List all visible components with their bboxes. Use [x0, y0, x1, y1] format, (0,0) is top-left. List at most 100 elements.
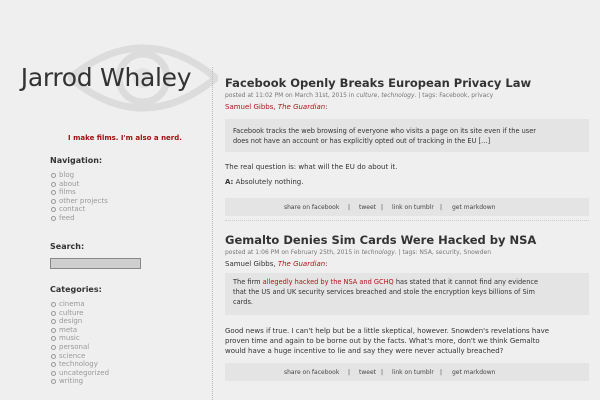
- bullet-icon: [51, 362, 56, 368]
- bullet-icon: [51, 327, 56, 333]
- answer-label: A:: [225, 178, 234, 186]
- post-title[interactable]: Facebook Openly Breaks European Privacy …: [225, 76, 531, 90]
- post-paragraph: The real question is: what will the EU d…: [225, 163, 398, 171]
- category-item-cinema[interactable]: cinema: [50, 300, 109, 309]
- source-publication-link[interactable]: The Guardian: [278, 103, 325, 111]
- post-source: Samuel Gibbs, The Guardian:: [225, 103, 328, 111]
- post-1: Facebook Openly Breaks European Privacy …: [224, 76, 590, 221]
- post-meta: posted at 1:06 PM on February 25th, 2015…: [225, 249, 491, 256]
- category-item-personal[interactable]: personal: [50, 343, 109, 352]
- post-title[interactable]: Gemalto Denies Sim Cards Were Hacked by …: [225, 233, 536, 247]
- bullet-icon: [51, 181, 56, 187]
- tumblr-link[interactable]: link on tumblr: [392, 204, 434, 211]
- source-author-link[interactable]: Samuel Gibbs,: [225, 103, 276, 111]
- nav-item-label: contact: [59, 205, 86, 214]
- quote-text: The firm: [233, 278, 261, 286]
- category-item-writing[interactable]: writing: [50, 377, 109, 386]
- tumblr-link[interactable]: link on tumblr: [392, 369, 434, 376]
- get-markdown-link[interactable]: get markdown: [452, 204, 495, 211]
- search-input[interactable]: [50, 258, 141, 269]
- category-item-label: science: [59, 351, 86, 360]
- quote-text: has stated that it cannot find any evide…: [395, 278, 539, 286]
- nav-item-label: films: [59, 188, 76, 197]
- action-separator: |: [440, 204, 443, 211]
- bullet-icon: [51, 173, 56, 178]
- navigation-list: blog about films other projects contact feed: [50, 171, 108, 223]
- action-separator: |: [348, 369, 351, 376]
- bullet-icon: [51, 344, 56, 350]
- category-item-technology[interactable]: technology: [50, 360, 109, 369]
- tags-links[interactable]: NSA, security, Snowden: [419, 249, 491, 256]
- category-link[interactable]: technology: [381, 92, 414, 99]
- tags-links[interactable]: Facebook, privacy: [439, 92, 493, 99]
- category-item-culture[interactable]: culture: [50, 309, 109, 318]
- source-colon: :: [325, 103, 328, 111]
- post-paragraph: Good news if true. I can't help but be a…: [225, 327, 589, 356]
- bullet-icon: [51, 336, 56, 342]
- category-item-label: culture: [59, 308, 84, 317]
- get-markdown-link[interactable]: get markdown: [452, 369, 495, 376]
- share-facebook-link[interactable]: share on facebook: [284, 369, 339, 376]
- post-date: posted at 11:02 PM on March 31st, 2015 i…: [225, 92, 355, 99]
- site-title[interactable]: Jarrod Whaley: [0, 63, 212, 92]
- tweet-link[interactable]: tweet: [359, 369, 376, 376]
- source-publication-link[interactable]: The Guardian: [278, 260, 325, 268]
- categories-list: cinema culture design meta music personal scie…: [50, 300, 109, 386]
- nav-item-feed[interactable]: feed: [50, 214, 108, 223]
- bullet-icon: [51, 353, 56, 359]
- quote-line: does not have an account or has explicit…: [233, 136, 491, 145]
- category-item-label: writing: [59, 377, 84, 386]
- category-item-label: personal: [59, 342, 90, 351]
- sidebar-divider: [212, 67, 213, 400]
- blockquote: Facebook tracks the web browsing of ever…: [225, 119, 589, 152]
- category-item-label: technology: [59, 360, 98, 369]
- post-divider: [225, 220, 589, 221]
- category-item-meta[interactable]: meta: [50, 326, 109, 335]
- category-link[interactable]: culture: [356, 92, 377, 99]
- bullet-icon: [51, 302, 56, 307]
- nav-item-films[interactable]: films: [50, 188, 108, 197]
- nav-item-label: other projects: [59, 196, 108, 205]
- post-2: Gemalto Denies Sim Cards Were Hacked by …: [224, 233, 590, 393]
- quote-line: The firm allegedly hacked by the NSA and…: [233, 278, 581, 288]
- action-separator: |: [348, 204, 351, 211]
- navigation-heading: Navigation:: [50, 156, 103, 165]
- tags-label: . | tags:: [414, 92, 438, 99]
- bullet-icon: [51, 370, 56, 376]
- share-facebook-link[interactable]: share on facebook: [284, 204, 339, 211]
- search-heading: Search:: [50, 242, 85, 251]
- nav-item-other-projects[interactable]: other projects: [50, 197, 108, 206]
- category-link[interactable]: technology: [361, 249, 394, 256]
- post-actions: share on facebook | tweet | link on tumb…: [225, 198, 589, 216]
- post-meta: posted at 11:02 PM on March 31st, 2015 i…: [225, 92, 494, 99]
- bullet-icon: [51, 379, 56, 385]
- post-actions: share on facebook | tweet | link on tumb…: [225, 363, 589, 381]
- bullet-icon: [51, 207, 56, 213]
- bullet-icon: [51, 215, 56, 221]
- tweet-link[interactable]: tweet: [359, 204, 376, 211]
- category-item-science[interactable]: science: [50, 352, 109, 361]
- bullet-icon: [51, 310, 56, 316]
- post-date: posted at 1:06 PM on February 25th, 2015…: [225, 249, 360, 256]
- category-item-music[interactable]: music: [50, 334, 109, 343]
- category-item-uncategorized[interactable]: uncategorized: [50, 369, 109, 378]
- paragraph-line: would have a huge incentive to lie and s…: [225, 346, 504, 355]
- nav-item-label: about: [59, 179, 80, 188]
- quote-link[interactable]: allegedly hacked by the NSA and GCHQ: [263, 278, 394, 286]
- category-item-label: cinema: [59, 300, 85, 308]
- nav-item-label: blog: [59, 171, 75, 179]
- quote-line: cards.: [233, 297, 253, 306]
- nav-item-about[interactable]: about: [50, 180, 108, 189]
- nav-item-blog[interactable]: blog: [50, 171, 108, 180]
- sidebar: Jarrod Whaley I make films. I'm also a n…: [0, 0, 218, 400]
- action-separator: |: [381, 369, 384, 376]
- post-source: Samuel Gibbs, The Guardian:: [225, 260, 328, 268]
- nav-item-contact[interactable]: contact: [50, 205, 108, 214]
- bullet-icon: [51, 190, 56, 196]
- bullet-icon: [51, 319, 56, 325]
- action-separator: |: [381, 204, 384, 211]
- post-paragraph: A: Absolutely nothing.: [225, 178, 589, 188]
- category-item-design[interactable]: design: [50, 317, 109, 326]
- paragraph-line: proven time and again to be borne out by…: [225, 336, 540, 345]
- category-item-label: music: [59, 334, 80, 343]
